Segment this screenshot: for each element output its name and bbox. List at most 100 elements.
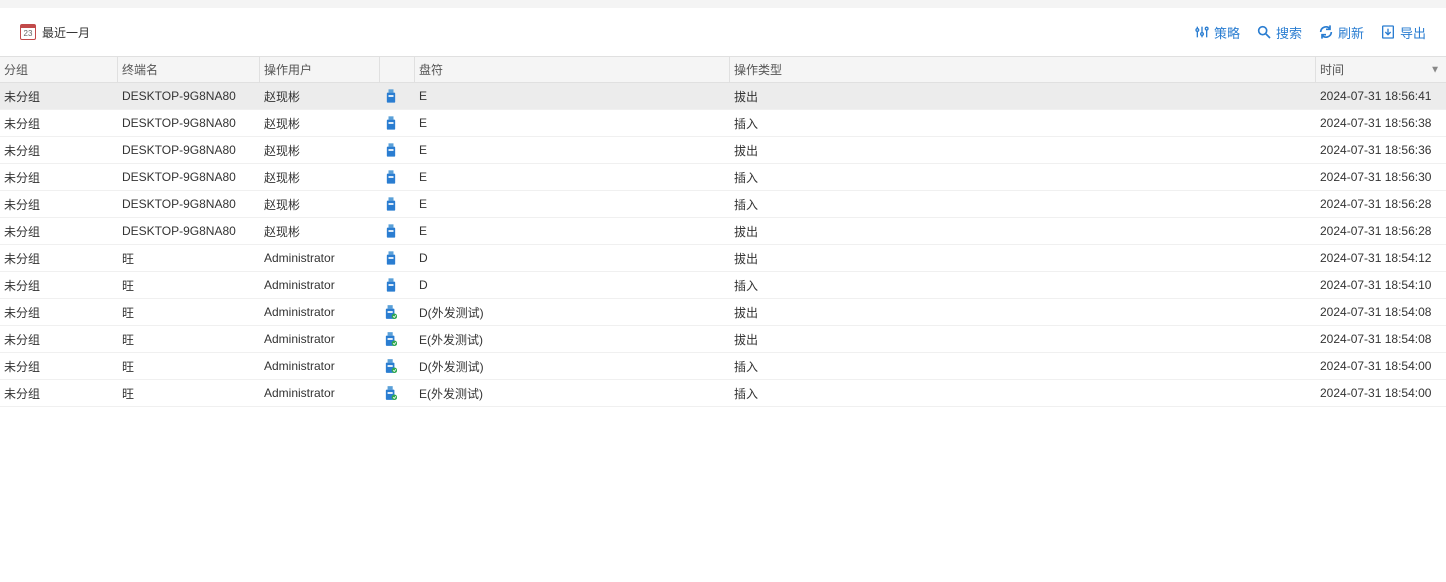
cell-time: 2024-07-31 18:54:10 <box>1316 272 1446 298</box>
cell-time: 2024-07-31 18:54:08 <box>1316 299 1446 325</box>
cell-time: 2024-07-31 18:56:41 <box>1316 83 1446 109</box>
cell-group: 未分组 <box>0 299 118 325</box>
cell-time: 2024-07-31 18:56:38 <box>1316 110 1446 136</box>
table-row[interactable]: 未分组旺AdministratorD(外发测试)插入2024-07-31 18:… <box>0 353 1446 380</box>
usb-drive-icon <box>384 304 398 320</box>
cell-optype: 拔出 <box>730 137 1316 163</box>
cell-terminal: DESKTOP-9G8NA80 <box>118 164 260 190</box>
cell-user: 赵现彬 <box>260 164 380 190</box>
cell-optype: 插入 <box>730 380 1316 406</box>
table-row[interactable]: 未分组DESKTOP-9G8NA80赵现彬E拔出2024-07-31 18:56… <box>0 137 1446 164</box>
export-button[interactable]: 导出 <box>1380 23 1426 42</box>
table-row[interactable]: 未分组DESKTOP-9G8NA80赵现彬E插入2024-07-31 18:56… <box>0 191 1446 218</box>
column-header-group[interactable]: 分组 <box>0 57 118 82</box>
cell-user: Administrator <box>260 326 380 352</box>
column-header-optype[interactable]: 操作类型 <box>730 57 1316 82</box>
table-row[interactable]: 未分组旺AdministratorD插入2024-07-31 18:54:10 <box>0 272 1446 299</box>
cell-drive: E <box>415 218 730 244</box>
policy-button[interactable]: 策略 <box>1194 23 1240 42</box>
cell-drive: E <box>415 110 730 136</box>
usb-drive-icon <box>384 385 398 401</box>
table-row[interactable]: 未分组旺AdministratorE(外发测试)拔出2024-07-31 18:… <box>0 326 1446 353</box>
sort-desc-icon: ▼ <box>1430 64 1440 75</box>
usb-drive-icon <box>384 331 398 347</box>
search-icon <box>1256 24 1272 40</box>
cell-terminal: DESKTOP-9G8NA80 <box>118 110 260 136</box>
usb-drive-icon <box>384 169 398 185</box>
cell-group: 未分组 <box>0 218 118 244</box>
cell-drive: E <box>415 191 730 217</box>
cell-optype: 插入 <box>730 110 1316 136</box>
usb-drive-icon <box>384 358 398 374</box>
cell-time: 2024-07-31 18:56:30 <box>1316 164 1446 190</box>
column-header-drive[interactable]: 盘符 <box>415 57 730 82</box>
cell-group: 未分组 <box>0 326 118 352</box>
cell-optype: 插入 <box>730 164 1316 190</box>
cell-group: 未分组 <box>0 245 118 271</box>
usb-drive-icon <box>384 88 398 104</box>
table-row[interactable]: 未分组旺AdministratorE(外发测试)插入2024-07-31 18:… <box>0 380 1446 407</box>
cell-user: Administrator <box>260 272 380 298</box>
cell-optype: 插入 <box>730 191 1316 217</box>
cell-icon <box>380 272 415 298</box>
table-row[interactable]: 未分组DESKTOP-9G8NA80赵现彬E拔出2024-07-31 18:56… <box>0 218 1446 245</box>
column-header-terminal[interactable]: 终端名 <box>118 57 260 82</box>
table-row[interactable]: 未分组DESKTOP-9G8NA80赵现彬E拔出2024-07-31 18:56… <box>0 83 1446 110</box>
cell-terminal: 旺 <box>118 272 260 298</box>
cell-drive: E(外发测试) <box>415 380 730 406</box>
table-row[interactable]: 未分组旺AdministratorD(外发测试)拔出2024-07-31 18:… <box>0 299 1446 326</box>
cell-time: 2024-07-31 18:56:36 <box>1316 137 1446 163</box>
cell-terminal: 旺 <box>118 380 260 406</box>
cell-group: 未分组 <box>0 110 118 136</box>
cell-group: 未分组 <box>0 83 118 109</box>
table-body: 未分组DESKTOP-9G8NA80赵现彬E拔出2024-07-31 18:56… <box>0 83 1446 407</box>
cell-group: 未分组 <box>0 137 118 163</box>
table-row[interactable]: 未分组DESKTOP-9G8NA80赵现彬E插入2024-07-31 18:56… <box>0 164 1446 191</box>
date-range-button[interactable]: 23 最近一月 <box>20 24 90 41</box>
cell-group: 未分组 <box>0 380 118 406</box>
column-header-time-label: 时间 <box>1320 61 1344 78</box>
cell-icon <box>380 353 415 379</box>
cell-drive: E <box>415 164 730 190</box>
export-label: 导出 <box>1400 23 1426 42</box>
cell-user: 赵现彬 <box>260 83 380 109</box>
column-header-icon[interactable] <box>380 57 415 82</box>
table-row[interactable]: 未分组旺AdministratorD拔出2024-07-31 18:54:12 <box>0 245 1446 272</box>
cell-terminal: DESKTOP-9G8NA80 <box>118 218 260 244</box>
cell-icon <box>380 83 415 109</box>
cell-user: Administrator <box>260 245 380 271</box>
policy-label: 策略 <box>1214 23 1240 42</box>
usb-drive-icon <box>384 223 398 239</box>
cell-terminal: 旺 <box>118 245 260 271</box>
cell-user: Administrator <box>260 353 380 379</box>
refresh-icon <box>1318 24 1334 40</box>
top-spacer <box>0 0 1446 8</box>
cell-icon <box>380 137 415 163</box>
cell-terminal: DESKTOP-9G8NA80 <box>118 191 260 217</box>
cell-optype: 拔出 <box>730 326 1316 352</box>
sliders-icon <box>1194 24 1210 40</box>
cell-icon <box>380 110 415 136</box>
cell-terminal: DESKTOP-9G8NA80 <box>118 137 260 163</box>
cell-time: 2024-07-31 18:54:00 <box>1316 380 1446 406</box>
cell-user: 赵现彬 <box>260 110 380 136</box>
column-header-user[interactable]: 操作用户 <box>260 57 380 82</box>
cell-icon <box>380 245 415 271</box>
search-label: 搜索 <box>1276 23 1302 42</box>
refresh-button[interactable]: 刷新 <box>1318 23 1364 42</box>
cell-user: 赵现彬 <box>260 191 380 217</box>
column-header-time[interactable]: 时间 ▼ <box>1316 57 1446 82</box>
cell-drive: D(外发测试) <box>415 299 730 325</box>
usb-drive-icon <box>384 142 398 158</box>
cell-optype: 拔出 <box>730 83 1316 109</box>
refresh-label: 刷新 <box>1338 23 1364 42</box>
cell-terminal: 旺 <box>118 299 260 325</box>
cell-drive: E(外发测试) <box>415 326 730 352</box>
cell-group: 未分组 <box>0 191 118 217</box>
toolbar: 23 最近一月 策略 搜索 刷新 <box>0 8 1446 56</box>
cell-time: 2024-07-31 18:56:28 <box>1316 218 1446 244</box>
table-row[interactable]: 未分组DESKTOP-9G8NA80赵现彬 E插入2024-07-31 18:56… <box>0 110 1446 137</box>
usb-drive-icon <box>384 250 398 266</box>
cell-drive: E <box>415 83 730 109</box>
search-button[interactable]: 搜索 <box>1256 23 1302 42</box>
